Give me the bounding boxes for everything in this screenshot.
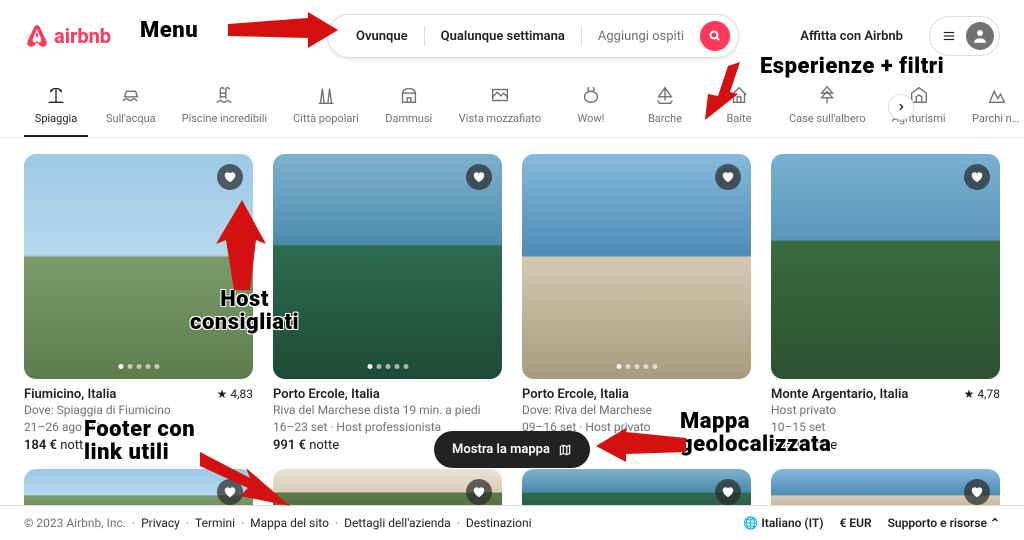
heart-icon [223, 485, 237, 499]
cat-sullacqua[interactable]: Sull'acqua [98, 80, 164, 135]
hamburger-icon [942, 29, 956, 43]
listing-card[interactable]: Fiumicino, Italia ★ 4,83 Dove: Spiaggia d… [24, 154, 253, 453]
map-icon [558, 443, 572, 457]
cat-parchi[interactable]: Parchi n… [964, 80, 1024, 135]
listing-title: Porto Ercole, Italia [522, 387, 629, 402]
listing-card[interactable]: Monte Argentario, Italia ★ 4,78 Host priv… [771, 154, 1000, 453]
cat-baite[interactable]: Baite [707, 80, 771, 135]
header: airbnb Ovunque Qualunque settimana Aggiu… [0, 0, 1024, 72]
category-scroll-next[interactable] [888, 94, 914, 120]
listing-title: Fiumicino, Italia [24, 387, 116, 402]
divider [424, 26, 425, 46]
boat-icon [654, 84, 676, 106]
host-link[interactable]: Affitta con Airbnb [790, 19, 913, 54]
logo[interactable]: airbnb [24, 23, 111, 49]
heart-icon [472, 170, 486, 184]
listing-title: Monte Argentario, Italia [771, 387, 908, 402]
cat-citta[interactable]: Città popolari [285, 80, 367, 135]
cabin-icon [728, 84, 750, 106]
listing-sub: Riva del Marchese dista 19 min. a piedi [273, 402, 502, 419]
pool-icon [213, 84, 235, 106]
heart-icon [721, 170, 735, 184]
favorite-button[interactable] [715, 479, 741, 505]
cat-vista[interactable]: Vista mozzafiato [451, 80, 549, 135]
dammusi-icon [398, 84, 420, 106]
listing-image [273, 154, 502, 379]
cat-barche[interactable]: Barche [633, 80, 697, 135]
footer-link-dest[interactable]: Destinazioni [466, 516, 532, 530]
listing-card[interactable]: Porto Ercole, Italia Riva del Marchese d… [273, 154, 502, 453]
favorite-button[interactable] [964, 479, 990, 505]
favorite-button[interactable] [466, 164, 492, 190]
footer-link-company[interactable]: Dettagli dell'azienda [344, 516, 451, 530]
carousel-dots [367, 364, 408, 369]
footer-link-privacy[interactable]: Privacy [141, 516, 180, 530]
listing-price: 184 € notte [24, 438, 253, 453]
divider [581, 26, 582, 46]
chevron-right-icon [896, 102, 906, 112]
favorite-button[interactable] [217, 164, 243, 190]
listing-image [771, 154, 1000, 379]
copyright: © 2023 Airbnb, Inc. [24, 516, 126, 530]
cat-wow[interactable]: Wow! [559, 80, 623, 135]
airbnb-logo-icon [24, 23, 50, 49]
listing-sub: 21–26 ago · H… privat [24, 419, 253, 436]
avatar [966, 22, 994, 50]
listing-grid: Fiumicino, Italia ★ 4,83 Dove: Spiaggia d… [0, 138, 1024, 469]
favorite-button[interactable] [466, 479, 492, 505]
search-guests[interactable]: Aggiungi ospiti [586, 25, 696, 48]
listing-card[interactable]: Porto Ercole, Italia Dove: Riva del Marc… [522, 154, 751, 453]
footer-link-termini[interactable]: Termini [195, 516, 235, 530]
carousel-dots [616, 364, 657, 369]
footer-right: 🌐 Italiano (IT) € EUR Supporto e risorse… [743, 516, 1000, 530]
listing-image [522, 154, 751, 379]
listing-title: Porto Ercole, Italia [273, 387, 380, 402]
view-icon [489, 84, 511, 106]
favorite-button[interactable] [217, 479, 243, 505]
search-when[interactable]: Qualunque settimana [429, 25, 577, 48]
footer-link-sitemap[interactable]: Mappa del sito [250, 516, 329, 530]
brand-text: airbnb [54, 24, 111, 48]
favorite-button[interactable] [964, 164, 990, 190]
listing-image [24, 154, 253, 379]
listing-sub: Dove: Spiaggia di Fiumicino [24, 402, 253, 419]
listing-rating: ★ 4,83 [217, 387, 253, 402]
favorite-button[interactable] [715, 164, 741, 190]
search-pill[interactable]: Ovunque Qualunque settimana Aggiungi osp… [327, 14, 739, 58]
currency-picker[interactable]: € EUR [839, 516, 871, 530]
listing-sub: Dove: Riva del Marchese [522, 402, 751, 419]
cat-dammusi[interactable]: Dammusi [377, 80, 441, 135]
park-icon [985, 84, 1007, 106]
search-where[interactable]: Ovunque [344, 25, 420, 48]
city-icon [315, 84, 337, 106]
support-link[interactable]: Supporto e risorse ⌃ [888, 516, 1000, 530]
footer: © 2023 Airbnb, Inc.· Privacy· Termini· M… [0, 505, 1024, 540]
cat-piscine[interactable]: Piscine incredibili [174, 80, 275, 135]
heart-icon [970, 170, 984, 184]
show-map-button[interactable]: Mostra la mappa [434, 431, 590, 468]
wow-icon [580, 84, 602, 106]
treehouse-icon [816, 84, 838, 106]
listing-price: 395 € notte [771, 438, 1000, 453]
cat-spiaggia[interactable]: Spiaggia [24, 80, 88, 137]
listing-rating: ★ 4,78 [964, 387, 1000, 402]
heart-icon [970, 485, 984, 499]
search-icon [709, 30, 721, 42]
user-menu[interactable] [929, 16, 1000, 56]
beach-icon [45, 84, 67, 106]
cat-albero[interactable]: Case sull'albero [781, 80, 874, 135]
heart-icon [721, 485, 735, 499]
water-icon [120, 84, 142, 106]
category-bar: Spiaggia Sull'acqua Piscine incredibili … [0, 72, 1024, 138]
listing-sub: Host privato [771, 402, 1000, 419]
heart-icon [472, 485, 486, 499]
user-icon [971, 27, 989, 45]
footer-links: © 2023 Airbnb, Inc.· Privacy· Termini· M… [24, 516, 532, 530]
listing-sub: 10–15 set [771, 419, 1000, 436]
search-button[interactable] [700, 21, 730, 51]
carousel-dots [118, 364, 159, 369]
language-picker[interactable]: 🌐 Italiano (IT) [743, 516, 823, 530]
heart-icon [223, 170, 237, 184]
